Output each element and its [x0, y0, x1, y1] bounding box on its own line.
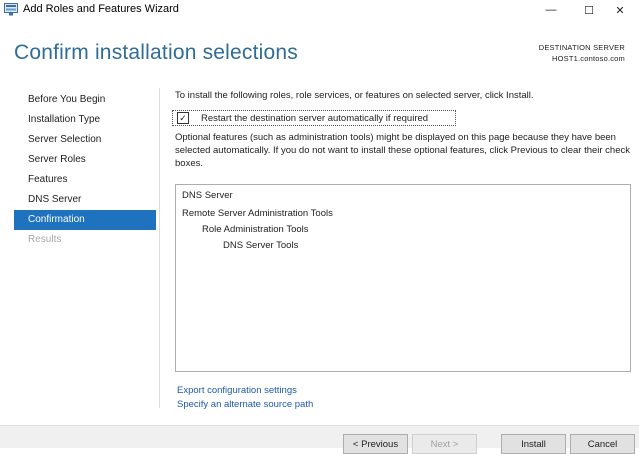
window-title: Add Roles and Features Wizard [23, 3, 179, 15]
nav-item-dns-server[interactable]: DNS Server [14, 190, 156, 210]
restart-checkbox[interactable]: ✓ [177, 112, 189, 124]
page-title: Confirm installation selections [14, 41, 298, 64]
destination-server-name: HOST1.contoso.com [551, 54, 625, 63]
restart-option[interactable]: ✓ Restart the destination server automat… [172, 110, 456, 126]
nav-divider [159, 88, 160, 408]
nav-item-server-selection[interactable]: Server Selection [14, 130, 156, 150]
nav-item-server-roles[interactable]: Server Roles [14, 150, 156, 170]
list-item: Remote Server Administration Tools [182, 208, 333, 219]
title-bar: Add Roles and Features Wizard — ☐ ✕ [0, 0, 639, 22]
selections-list[interactable]: DNS Server Remote Server Administration … [175, 184, 631, 372]
export-configuration-link[interactable]: Export configuration settings [177, 385, 297, 396]
next-button[interactable]: Next > [412, 434, 477, 454]
checkmark-icon: ✓ [179, 112, 187, 123]
list-item: DNS Server [182, 190, 233, 201]
nav-item-features[interactable]: Features [14, 170, 156, 190]
install-button[interactable]: Install [501, 434, 566, 454]
optional-features-note: Optional features (such as administratio… [175, 132, 631, 169]
destination-server-label: DESTINATION SERVER [538, 43, 625, 52]
wizard-steps-nav: Before You Begin Installation Type Serve… [14, 90, 156, 250]
minimize-button[interactable]: — [532, 0, 570, 20]
list-item: Role Administration Tools [202, 224, 309, 235]
nav-item-confirmation[interactable]: Confirmation [14, 210, 156, 230]
alternate-source-link[interactable]: Specify an alternate source path [177, 399, 313, 410]
restart-checkbox-label[interactable]: Restart the destination server automatic… [201, 113, 428, 124]
nav-item-before-you-begin[interactable]: Before You Begin [14, 90, 156, 110]
intro-text: To install the following roles, role ser… [175, 90, 534, 101]
cancel-button[interactable]: Cancel [570, 434, 635, 454]
close-button[interactable]: ✕ [601, 0, 639, 20]
previous-button[interactable]: < Previous [343, 434, 408, 454]
nav-item-results: Results [28, 234, 62, 245]
nav-item-installation-type[interactable]: Installation Type [14, 110, 156, 130]
list-item: DNS Server Tools [223, 240, 299, 251]
server-manager-icon [4, 3, 18, 16]
